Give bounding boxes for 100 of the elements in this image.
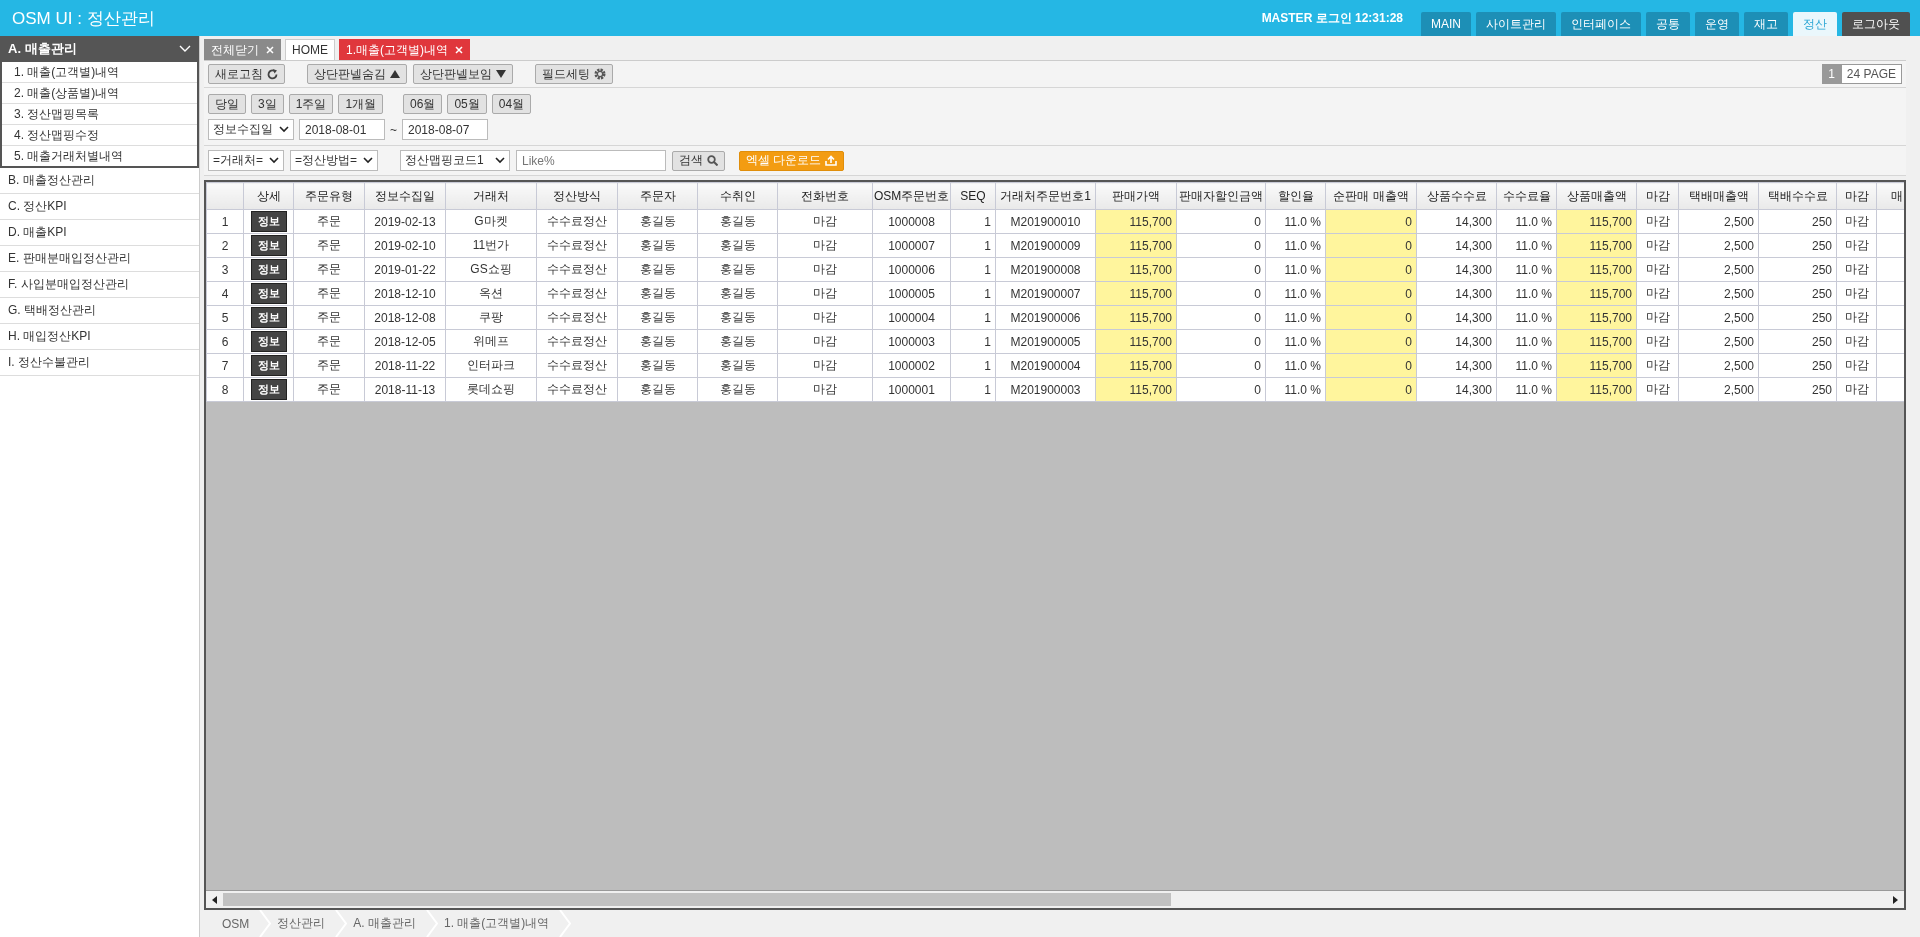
date-type-select[interactable]: 정보수집일	[208, 119, 294, 140]
sidebar-group[interactable]: H. 매입정산KPI	[0, 324, 199, 350]
table-cell: 마감	[1836, 257, 1877, 282]
sidebar-item[interactable]: 5. 매출거래처별내역	[2, 146, 197, 166]
month-button[interactable]: 06월	[403, 94, 443, 114]
breadcrumb-item[interactable]: 1. 매출(고객별)내역	[438, 915, 560, 932]
breadcrumb-item[interactable]: A. 매출관리	[347, 915, 426, 932]
refresh-button[interactable]: 새로고침	[208, 64, 285, 84]
sidebar-group[interactable]: I. 정산수불관리	[0, 350, 199, 376]
info-button[interactable]: 정보	[250, 355, 287, 376]
breadcrumb-item[interactable]: 정산관리	[271, 915, 336, 932]
search-field[interactable]: Like%	[516, 150, 667, 171]
sidebar-group[interactable]: G. 택배정산관리	[0, 298, 199, 324]
nav-tab[interactable]: 인터페이스	[1561, 12, 1641, 36]
table-cell: 홍길동	[617, 233, 698, 258]
table-cell: 1000005	[872, 281, 951, 306]
sidebar-group[interactable]: E. 판매분매입정산관리	[0, 246, 199, 272]
row-number: 1	[206, 209, 244, 234]
sidebar-group[interactable]: D. 매출KPI	[0, 220, 199, 246]
table-cell: 250	[1758, 257, 1837, 282]
column-header: OSM주문번호	[872, 182, 951, 210]
table-cell: 마감	[777, 353, 873, 378]
table-cell: 250	[1758, 305, 1837, 330]
table-cell: 마감	[1836, 209, 1877, 234]
table-cell: 0	[1176, 305, 1266, 330]
page-indicator[interactable]: 24 PAGE	[1840, 64, 1902, 84]
period-button[interactable]: 당일	[208, 94, 246, 114]
sidebar-item[interactable]: 3. 정산맵핑목록	[2, 104, 197, 125]
search-icon	[707, 155, 719, 166]
info-button[interactable]: 정보	[250, 259, 287, 280]
column-header: 매	[1876, 182, 1904, 210]
field-settings-button[interactable]: 필드세팅	[535, 64, 613, 84]
sidebar-group[interactable]: F. 사입분매입정산관리	[0, 272, 199, 298]
nav-tab[interactable]: 공통	[1646, 12, 1690, 36]
table-cell: 1	[950, 257, 996, 282]
column-header: 마감	[1636, 182, 1679, 210]
table-cell: 홍길동	[617, 329, 698, 354]
info-button[interactable]: 정보	[250, 307, 287, 328]
table-cell: 주문	[293, 305, 365, 330]
table-cell: 마감	[1836, 353, 1877, 378]
breadcrumb-item[interactable]: OSM	[216, 916, 260, 931]
period-button[interactable]: 3일	[251, 94, 284, 114]
table-cell: 1	[950, 329, 996, 354]
column-header: 정산방식	[536, 182, 618, 210]
table-cell: 0	[1325, 209, 1417, 234]
sidebar-group[interactable]: A. 매출관리	[0, 36, 199, 62]
table-cell: 위메프	[445, 329, 537, 354]
nav-tab[interactable]: 운영	[1695, 12, 1739, 36]
table-cell: 마감	[777, 281, 873, 306]
period-button[interactable]: 1주일	[288, 94, 334, 114]
info-button[interactable]: 정보	[250, 331, 287, 352]
table-cell: 홍길동	[697, 257, 778, 282]
table-cell: 수수료정산	[536, 329, 618, 354]
row-number: 8	[206, 377, 244, 402]
info-button[interactable]: 정보	[250, 211, 287, 232]
document-tab[interactable]: HOME	[285, 39, 335, 60]
table-cell: 홍길동	[617, 305, 698, 330]
table-cell: 0	[1325, 281, 1417, 306]
table-cell: 마감	[777, 377, 873, 402]
table-cell: M201900007	[995, 281, 1096, 306]
table-cell: 홍길동	[617, 377, 698, 402]
sidebar-group[interactable]: C. 정산KPI	[0, 194, 199, 220]
table-cell: 쿠팡	[445, 305, 537, 330]
nav-tab[interactable]: MAIN	[1421, 12, 1471, 36]
sidebar-item[interactable]: 4. 정산맵핑수정	[2, 125, 197, 146]
nav-tab[interactable]: 사이트관리	[1476, 12, 1556, 36]
month-button[interactable]: 04월	[491, 94, 532, 114]
nav-tab[interactable]: 재고	[1744, 12, 1788, 36]
table-cell: 1	[950, 305, 996, 330]
code-select[interactable]: 정산맵핑코드1	[400, 150, 511, 171]
info-button[interactable]: 정보	[250, 283, 287, 304]
hide-panel-button[interactable]: 상단판넬숨김	[307, 64, 407, 84]
search-button[interactable]: 검색	[672, 150, 726, 171]
sidebar-group[interactable]: B. 매출정산관리	[0, 168, 199, 194]
date-to-field[interactable]: 2018-08-07	[402, 119, 488, 140]
table-cell: 0	[1176, 257, 1266, 282]
filter-select[interactable]: =정산방법=	[290, 150, 379, 171]
period-button[interactable]: 1개월	[338, 94, 384, 114]
horizontal-scrollbar[interactable]	[206, 890, 1904, 908]
table-cell: 2018-11-22	[364, 353, 446, 378]
info-button[interactable]: 정보	[250, 235, 287, 256]
show-panel-button[interactable]: 상단판넬보임	[413, 64, 513, 84]
table-cell: 2,500	[1678, 209, 1759, 234]
table-cell: 14,300	[1416, 329, 1497, 354]
table-cell: 주문	[293, 377, 365, 402]
sidebar-item[interactable]: 1. 매출(고객별)내역	[2, 62, 197, 83]
table-cell: 11.0 %	[1496, 377, 1557, 402]
logout-button[interactable]: 로그아웃	[1842, 12, 1910, 36]
table-cell: 1	[950, 233, 996, 258]
date-from-field[interactable]: 2018-08-01	[299, 119, 385, 140]
table-cell: 1000001	[872, 377, 951, 402]
filter-select[interactable]: =거래처=	[208, 150, 284, 171]
month-button[interactable]: 05월	[447, 94, 487, 114]
row-number: 4	[206, 281, 244, 306]
document-tab[interactable]: 1.매출(고객별)내역	[339, 39, 470, 60]
table-cell: 11.0 %	[1265, 305, 1326, 330]
info-button[interactable]: 정보	[250, 379, 287, 400]
table-cell: 수수료정산	[536, 305, 618, 330]
sidebar-item[interactable]: 2. 매출(상품별)내역	[2, 83, 197, 104]
app-title: OSM UI : 정산관리	[12, 7, 156, 30]
